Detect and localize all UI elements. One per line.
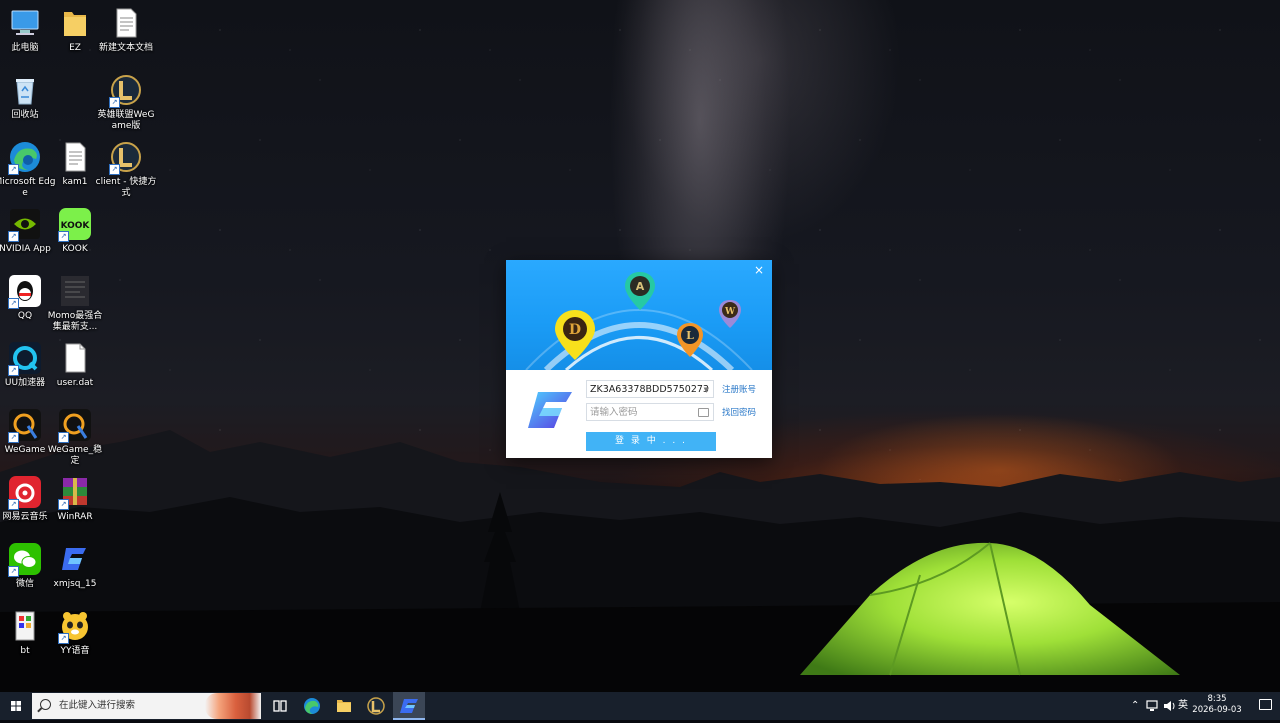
notification-center-icon[interactable] (1259, 699, 1272, 710)
task-view-button[interactable] (264, 692, 296, 720)
folder-icon (58, 6, 92, 40)
wechat-icon: ↗ (8, 542, 42, 577)
icon-label: 英雄联盟WeGame版 (97, 110, 155, 131)
league-client-icon: ↗ (109, 140, 143, 175)
svg-text:KOOK: KOOK (61, 221, 91, 231)
svg-text:W: W (724, 307, 736, 317)
icon-label: KOOK (62, 244, 88, 254)
text-file-icon (58, 140, 92, 174)
desktop-icon-new-text-doc[interactable]: 新建文本文档 (95, 6, 157, 54)
wegame-icon: ↗ (8, 408, 42, 443)
network-icon[interactable] (1146, 700, 1160, 712)
winrar-icon: ↗ (58, 475, 92, 510)
close-icon: × (753, 263, 765, 277)
green-tent (800, 542, 1180, 676)
icon-label: 回收站 (11, 110, 39, 120)
account-value: ZK3A63378BDD5750273 (590, 384, 709, 395)
text-file-icon (109, 6, 143, 40)
uu-accelerator-icon: ↗ (8, 341, 42, 376)
account-input[interactable]: ZK3A63378BDD5750273 ▼ (586, 380, 714, 398)
clock-date: 2026-09-03 (1192, 705, 1242, 715)
pin-a-icon: A (625, 272, 655, 310)
login-dialog: D A L W × ZK3A63378BDD5750273 ▼ 请输入密码 注册… (506, 260, 772, 458)
volume-icon[interactable] (1163, 700, 1177, 712)
icon-label: WinRAR (57, 512, 93, 522)
password-placeholder: 请输入密码 (590, 407, 638, 418)
this-pc-icon (8, 6, 42, 40)
kook-icon: KOOK ↗ (58, 207, 92, 242)
recover-password-link[interactable]: 找回密码 (722, 406, 756, 418)
nvidia-icon: ↗ (8, 207, 42, 242)
dialog-banner: D A L W × (506, 260, 772, 370)
search-icon (40, 699, 51, 710)
desktop-icon-kook[interactable]: KOOK ↗ KOOK (44, 207, 106, 255)
close-button[interactable]: × (752, 263, 766, 277)
pin-l-icon: L (677, 323, 703, 357)
xmjsq-icon (400, 699, 418, 713)
desktop-icon-lol-client[interactable]: ↗ client - 快捷方式 (95, 140, 157, 199)
desktop-icon-user-dat[interactable]: user.dat (44, 341, 106, 389)
bt-icon (8, 609, 42, 643)
desktop-icon-winrar[interactable]: ↗ WinRAR (44, 475, 106, 523)
svg-text:D: D (569, 322, 581, 338)
password-input[interactable]: 请输入密码 (586, 403, 714, 421)
windows-logo-icon (11, 701, 21, 711)
taskbar-search-box[interactable]: 在此键入进行搜索 (32, 693, 261, 719)
desktop-icon-wegame-stable[interactable]: ↗ WeGame_稳定 (44, 408, 106, 467)
qq-icon: ↗ (8, 274, 42, 309)
edge-icon: ↗ (8, 140, 42, 175)
desktop-icon-yy[interactable]: ↗ YY语音 (44, 609, 106, 657)
xmjsq-icon (58, 542, 92, 576)
ime-indicator[interactable]: 英 (1178, 692, 1188, 720)
league-of-legends-icon (367, 697, 385, 715)
yy-voice-icon: ↗ (58, 609, 92, 644)
keyboard-icon[interactable] (698, 408, 709, 417)
recycle-bin-icon (8, 73, 42, 107)
edge-icon (304, 698, 320, 714)
icon-label: YY语音 (60, 646, 90, 656)
login-form: ZK3A63378BDD5750273 ▼ 请输入密码 注册账号 找回密码 登 … (506, 370, 772, 458)
taskbar-xmjsq-button[interactable] (393, 692, 425, 720)
momo-icon (58, 274, 92, 308)
pin-d-icon: D (555, 310, 595, 360)
wegame-stable-icon: ↗ (58, 408, 92, 443)
desktop-icon-lol-wegame[interactable]: ↗ 英雄联盟WeGame版 (95, 73, 157, 132)
system-clock[interactable]: 8:35 2026-09-03 (1190, 694, 1244, 716)
netease-music-icon: ↗ (8, 475, 42, 510)
icon-label: client - 快捷方式 (95, 177, 157, 198)
clock-time: 8:35 (1207, 694, 1227, 704)
icon-label: WeGame_稳定 (47, 445, 103, 466)
icon-label: Momo最强合集最新支... (47, 311, 103, 332)
task-view-icon (273, 700, 287, 712)
desktop-icon-recycle-bin[interactable]: 回收站 (0, 73, 56, 121)
svg-text:A: A (636, 280, 645, 293)
app-logo-icon (528, 392, 572, 428)
file-icon (58, 341, 92, 375)
desktop-icon-xmjsq[interactable]: xmjsq_15 (44, 542, 106, 590)
chevron-down-icon[interactable]: ▼ (704, 381, 709, 399)
pin-w-icon: W (719, 300, 741, 328)
desktop-icon-momo[interactable]: Momo最强合集最新支... (44, 274, 106, 333)
tray-overflow-chevron-icon[interactable]: ⌃ (1131, 692, 1139, 720)
taskbar-file-explorer-button[interactable] (328, 692, 360, 720)
folder-icon (337, 700, 351, 712)
league-of-legends-icon: ↗ (109, 73, 143, 108)
taskbar-edge-button[interactable] (296, 692, 328, 720)
icon-label: xmjsq_15 (53, 579, 97, 589)
svg-text:L: L (686, 329, 694, 342)
taskbar: 在此键入进行搜索 ⌃ 英 8:35 2026-09-03 (0, 692, 1280, 720)
register-link[interactable]: 注册账号 (722, 383, 756, 395)
login-button[interactable]: 登 录 中 . . . (586, 432, 716, 451)
search-highlight-image (205, 693, 261, 719)
icon-label: user.dat (56, 378, 94, 388)
taskbar-lol-button[interactable] (360, 692, 392, 720)
search-placeholder: 在此键入进行搜索 (59, 700, 136, 711)
icon-label: 新建文本文档 (98, 43, 153, 53)
start-button[interactable] (0, 692, 32, 720)
